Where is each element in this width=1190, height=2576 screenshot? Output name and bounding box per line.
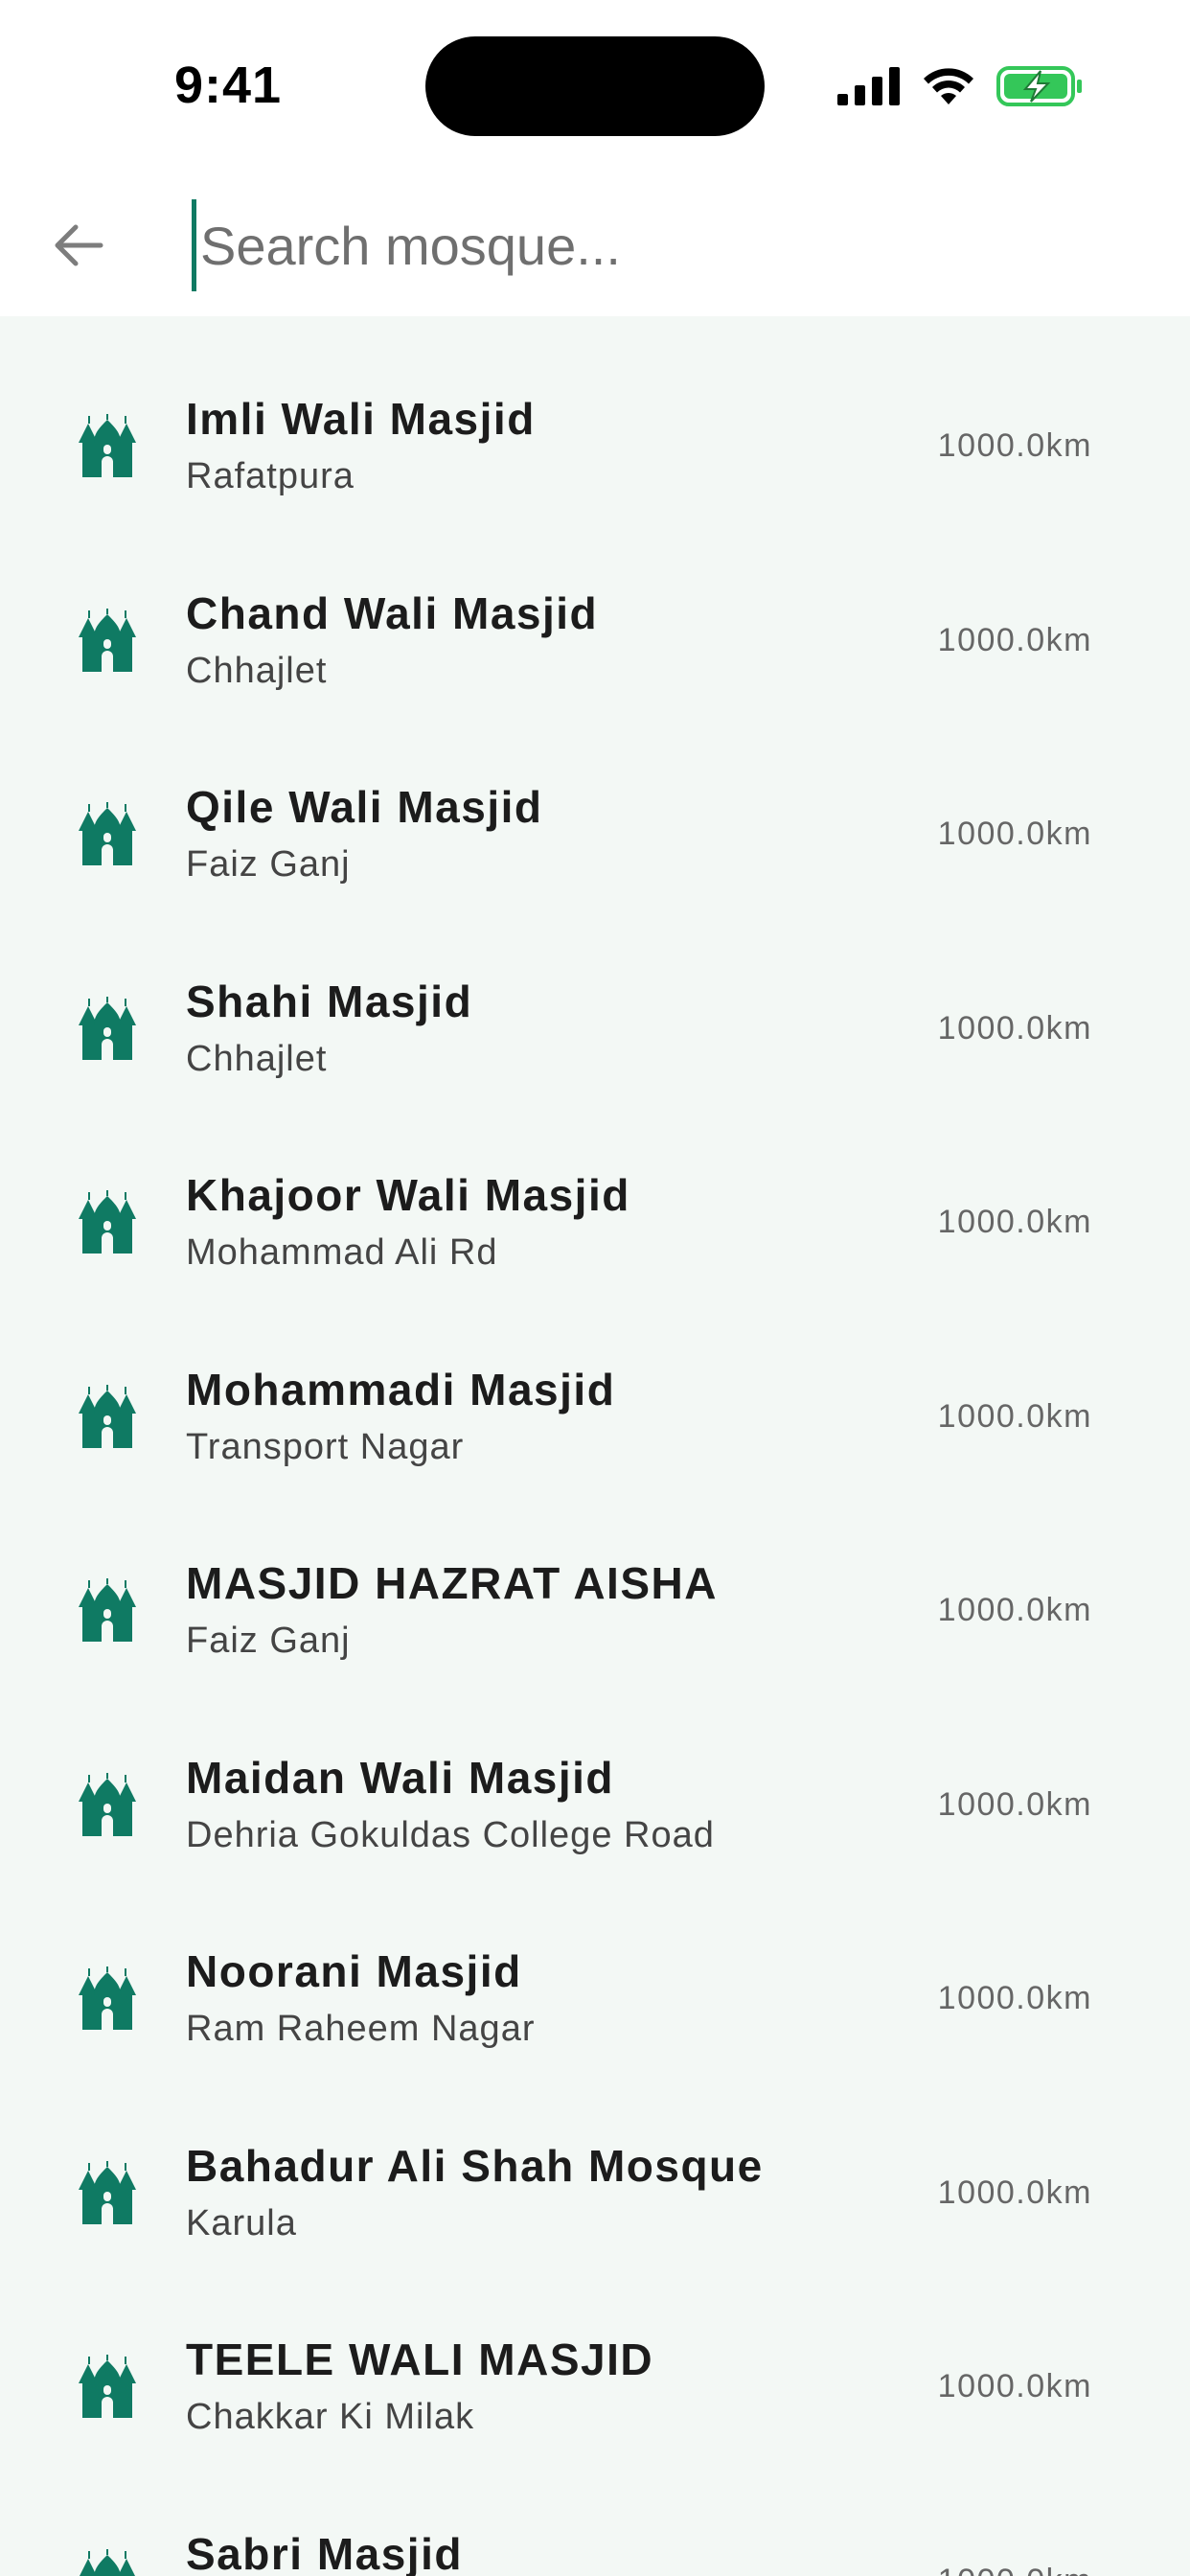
mosque-list-item[interactable]: Imli Wali Masjid Rafatpura 1000.0km — [0, 316, 1190, 511]
mosque-area: Mohammad Ali Rd — [186, 1232, 498, 1273]
search-input[interactable] — [192, 199, 1139, 291]
mosque-distance: 1000.0km — [937, 1009, 1092, 1046]
wifi-icon — [924, 68, 973, 104]
mosque-list-item[interactable]: Qile Wali Masjid Faiz Ganj 1000.0km — [0, 704, 1190, 899]
mosque-distance: 1000.0km — [937, 2368, 1092, 2404]
mosque-area: Karula — [186, 2202, 297, 2243]
arrow-left-icon — [55, 224, 103, 266]
mosque-distance: 1000.0km — [937, 427, 1092, 464]
mosque-distance: 1000.0km — [937, 1204, 1092, 1240]
mosque-area: Transport Nagar — [186, 1426, 465, 1467]
mosque-area: Chhajlet — [186, 650, 328, 691]
mosque-list-item[interactable]: Bahadur Ali Shah Mosque Karula 1000.0km — [0, 2063, 1190, 2258]
mosque-name: MASJID HAZRAT AISHA — [186, 1558, 718, 1608]
mosque-icon — [79, 2160, 136, 2224]
mosque-list[interactable]: Imli Wali Masjid Rafatpura 1000.0km Chan… — [0, 316, 1190, 2576]
mosque-name: Qile Wali Masjid — [186, 782, 543, 832]
mosque-icon — [79, 608, 136, 672]
mosque-distance: 1000.0km — [937, 2174, 1092, 2211]
status-icons — [837, 59, 1083, 113]
mosque-name: Bahadur Ali Shah Mosque — [186, 2140, 764, 2191]
mosque-list-item[interactable]: Chand Wali Masjid Chhajlet 1000.0km — [0, 511, 1190, 705]
mosque-area: Rafatpura — [186, 456, 355, 496]
mosque-distance: 1000.0km — [937, 1785, 1092, 1823]
mosque-list-item[interactable]: Maidan Wali Masjid Dehria Gokuldas Colle… — [0, 1675, 1190, 1870]
battery-charging-icon — [996, 66, 1082, 106]
mosque-icon — [79, 802, 136, 865]
mosque-area: Faiz Ganj — [186, 844, 351, 885]
mosque-name: Khajoor Wali Masjid — [186, 1170, 630, 1220]
mosque-icon — [79, 1190, 136, 1254]
mosque-name: Mohammadi Masjid — [186, 1364, 616, 1414]
mosque-distance: 1000.0km — [937, 1397, 1092, 1435]
mosque-list-item[interactable]: Mohammadi Masjid Transport Nagar 1000.0k… — [0, 1287, 1190, 1482]
mosque-area: Faiz Ganj — [186, 1621, 351, 1661]
mosque-icon — [79, 414, 136, 477]
cellular-signal-icon — [837, 67, 900, 105]
mosque-name: Noorani Masjid — [186, 1946, 522, 1996]
mosque-list-item[interactable]: Noorani Masjid Ram Raheem Nagar 1000.0km — [0, 1869, 1190, 2063]
back-button[interactable] — [40, 207, 117, 284]
mosque-distance: 1000.0km — [937, 816, 1092, 852]
mosque-name: Sabri Masjid — [186, 2528, 463, 2576]
mosque-icon — [79, 996, 136, 1060]
mosque-area: Chhajlet — [186, 1038, 328, 1079]
search-header — [0, 172, 1190, 316]
mosque-list-item[interactable]: Khajoor Wali Masjid Mohammad Ali Rd 1000… — [0, 1092, 1190, 1287]
mosque-list-item[interactable]: Sabri Masjid 1000.0km — [0, 2451, 1190, 2576]
dynamic-island — [425, 36, 765, 136]
mosque-name: TEELE WALI MASJID — [186, 2334, 654, 2384]
mosque-distance: 1000.0km — [938, 2563, 1092, 2576]
status-bar: 9:41 — [0, 0, 1190, 172]
mosque-area: Chakkar Ki Milak — [186, 2397, 475, 2437]
mosque-distance: 1000.0km — [937, 621, 1092, 658]
mosque-list-item[interactable]: TEELE WALI MASJID Chakkar Ki Milak 1000.… — [0, 2257, 1190, 2451]
mosque-list-item[interactable]: MASJID HAZRAT AISHA Faiz Ganj 1000.0km — [0, 1481, 1190, 1675]
mosque-name: Maidan Wali Masjid — [186, 1752, 615, 1803]
mosque-area: Dehria Gokuldas College Road — [186, 1814, 715, 1855]
mosque-icon — [79, 1772, 136, 1836]
mosque-icon — [79, 1384, 136, 1448]
mosque-icon — [79, 2548, 136, 2576]
mosque-distance: 1000.0km — [937, 1980, 1092, 2016]
mosque-name: Imli Wali Masjid — [186, 394, 536, 444]
mosque-icon — [79, 2355, 136, 2418]
mosque-distance: 1000.0km — [937, 1592, 1092, 1628]
mosque-icon — [79, 1578, 136, 1642]
mosque-name: Chand Wali Masjid — [186, 587, 599, 638]
mosque-name: Shahi Masjid — [186, 976, 473, 1026]
status-time: 9:41 — [174, 57, 283, 114]
mosque-icon — [79, 1966, 136, 2030]
mosque-area: Ram Raheem Nagar — [186, 2009, 536, 2049]
mosque-list-item[interactable]: Shahi Masjid Chhajlet 1000.0km — [0, 899, 1190, 1093]
